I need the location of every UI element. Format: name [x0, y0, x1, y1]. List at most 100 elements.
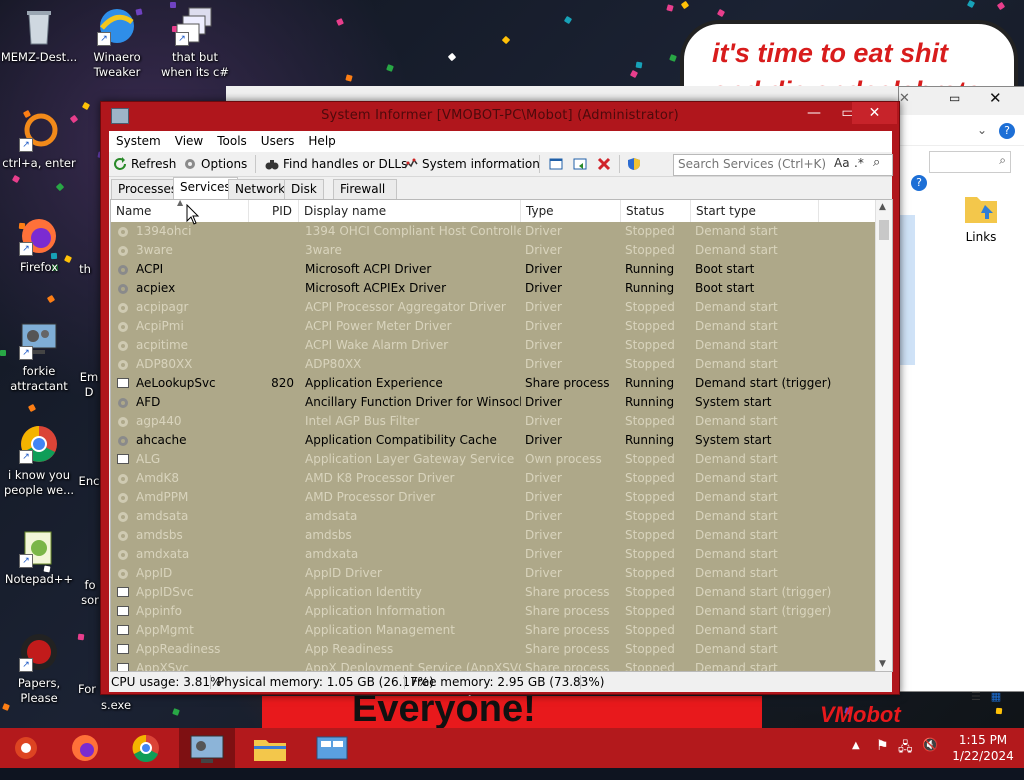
vertical-scrollbar[interactable]: ▲ ▼ — [875, 200, 892, 671]
minimize-icon[interactable]: ✕ — [899, 91, 910, 106]
taskbar-memz[interactable] — [0, 728, 56, 768]
desktop-icon-label: that but when its c# — [160, 50, 230, 79]
window-arrow-button[interactable] — [573, 155, 591, 173]
search-services-box[interactable]: Aa .* ⌕ — [673, 154, 893, 176]
table-row[interactable]: AcpiPmi ACPI Power Meter Driver Driver Stop… — [111, 317, 876, 336]
taskbar-control-panel[interactable] — [304, 728, 360, 768]
case-sensitive-toggle[interactable]: Aa — [834, 156, 850, 170]
menu-view[interactable]: View — [168, 131, 210, 148]
taskbar-system-informer[interactable] — [179, 728, 235, 768]
tab-network[interactable]: Network — [228, 179, 293, 199]
find-handles-button[interactable]: Find handles or DLLs — [265, 155, 407, 173]
table-row[interactable]: AppIDSvc Application Identity Share proces… — [111, 583, 876, 602]
scrollbar-thumb[interactable] — [879, 220, 889, 240]
menu-users[interactable]: Users — [254, 131, 302, 148]
table-row[interactable]: AppMgmt Application Management Share proce… — [111, 621, 876, 640]
table-row[interactable]: ACPI Microsoft ACPI Driver Driver Running Bo… — [111, 260, 876, 279]
services-list[interactable]: Name PID Display name Type Status Start … — [110, 199, 893, 672]
tab-firewall[interactable]: Firewall — [333, 179, 397, 199]
taskbar-firefox[interactable] — [57, 728, 113, 768]
options-button[interactable]: Options — [183, 155, 247, 173]
elevate-button[interactable] — [627, 155, 645, 173]
table-row[interactable]: AFD Ancillary Function Driver for Winsock… — [111, 393, 876, 412]
desktop-icon-windows-stack[interactable]: ↗ that but when its c# — [156, 6, 234, 80]
desktop-icon-recycle-bin[interactable]: MEMZ-Dest... — [0, 6, 78, 65]
menu-system[interactable]: System — [109, 131, 168, 148]
volume-muted-icon[interactable]: 🔇 — [922, 738, 938, 778]
system-informer-window[interactable]: System Informer [VMOBOT-PC\Mobot] (Admin… — [100, 101, 900, 695]
scroll-down-arrow-icon[interactable]: ▼ — [879, 659, 886, 669]
tab-disk[interactable]: Disk — [284, 179, 324, 199]
driver-gear-icon — [117, 567, 129, 579]
search-icon[interactable]: ⌕ — [873, 155, 880, 170]
desktop-icon-papers-please[interactable]: ↗ Papers, Please — [0, 632, 78, 706]
refresh-button[interactable]: Refresh — [113, 155, 176, 173]
window-button[interactable] — [549, 155, 567, 173]
close-button[interactable]: ✕ — [852, 102, 897, 124]
window-titlebar[interactable]: System Informer [VMOBOT-PC\Mobot] (Admin… — [101, 102, 899, 130]
table-row[interactable]: AeLookupSvc 820 Application Experience Shar… — [111, 374, 876, 393]
table-row[interactable]: ALG Application Layer Gateway Service Own … — [111, 450, 876, 469]
show-hidden-icons-chevron-icon[interactable]: ▲ — [852, 740, 860, 780]
cell-start: Demand start — [695, 566, 778, 580]
desktop-icon-links[interactable]: Links — [951, 187, 1011, 244]
details-view-icon[interactable]: ☰ — [971, 690, 981, 703]
chevron-down-icon[interactable]: ⌄ — [977, 123, 987, 137]
taskbar-clock[interactable]: 1:15 PM 1/22/2024 — [948, 732, 1018, 764]
column-header-status[interactable]: Status — [621, 200, 691, 222]
network-icon[interactable]: 🖧 — [898, 738, 913, 778]
table-row[interactable]: amdsata amdsata Driver Stopped Demand start — [111, 507, 876, 526]
help-icon[interactable]: ? — [911, 175, 927, 191]
background-window-search[interactable]: ⌕ — [929, 151, 1011, 173]
view-toggle[interactable]: ☰ ▦ — [971, 689, 1011, 705]
desktop-icon-forkie[interactable]: ↗ forkie attractant — [0, 320, 78, 394]
table-row[interactable]: ADP80XX ADP80XX Driver Stopped Demand start — [111, 355, 876, 374]
help-icon[interactable]: ? — [999, 123, 1015, 139]
table-row[interactable]: agp440 Intel AGP Bus Filter Driver Stopped D… — [111, 412, 876, 431]
table-row[interactable]: acpitime ACPI Wake Alarm Driver Driver Stop… — [111, 336, 876, 355]
column-header-display-name[interactable]: Display name — [299, 200, 521, 222]
table-row[interactable]: acpiex Microsoft ACPIEx Driver Driver Runni… — [111, 279, 876, 298]
search-services-input[interactable] — [674, 155, 828, 173]
desktop-icon-partial[interactable]: For — [72, 682, 102, 697]
stop-button[interactable] — [597, 155, 615, 173]
table-row[interactable]: ahcache Application Compatibility Cache Dr… — [111, 431, 876, 450]
table-row[interactable]: acpipagr ACPI Processor Aggregator Driver… — [111, 298, 876, 317]
table-row[interactable]: 1394ohci 1394 OHCI Compliant Host Control… — [111, 222, 876, 241]
table-row[interactable]: AppID AppID Driver Driver Stopped Demand sta… — [111, 564, 876, 583]
desktop-icon-partial[interactable]: fo sor — [78, 578, 102, 608]
desktop-icon-firefox[interactable]: ↗ Firefox — [0, 216, 78, 275]
background-explorer-window[interactable]: ✕ ▭ ✕ ⌄ ? ⌕ ? Links ☰ ▦ — [898, 86, 1024, 703]
driver-gear-icon — [117, 491, 129, 503]
table-row[interactable]: 3ware 3ware Driver Stopped Demand start — [111, 241, 876, 260]
column-header-type[interactable]: Type — [521, 200, 621, 222]
menu-help[interactable]: Help — [301, 131, 342, 148]
table-row[interactable]: Appinfo Application Information Share proc… — [111, 602, 876, 621]
minimize-button[interactable]: — — [797, 102, 831, 124]
desktop-icon-chrome[interactable]: ↗ i know you people we... — [0, 424, 78, 498]
column-header-start-type[interactable]: Start type — [691, 200, 819, 222]
desktop-icon-ctrl-a-enter[interactable]: ↗ ctrl+a, enter — [0, 112, 78, 171]
table-row[interactable]: amdsbs amdsbs Driver Stopped Demand start — [111, 526, 876, 545]
desktop-icon-partial[interactable]: th — [70, 262, 100, 277]
maximize-icon[interactable]: ▭ — [949, 91, 960, 105]
large-icons-view-icon[interactable]: ▦ — [991, 690, 1001, 703]
system-information-button[interactable]: System information — [404, 155, 540, 173]
scroll-up-arrow-icon[interactable]: ▲ — [879, 202, 886, 212]
regex-toggle-icon[interactable]: .* — [854, 156, 864, 170]
table-row[interactable]: amdxata amdxata Driver Stopped Demand start — [111, 545, 876, 564]
desktop-icon-notepadpp[interactable]: ↗ Notepad++ — [0, 528, 78, 587]
menu-tools[interactable]: Tools — [210, 131, 254, 148]
taskbar-file-explorer[interactable] — [242, 728, 298, 768]
table-row[interactable]: AmdK8 AMD K8 Processor Driver Driver Stoppe… — [111, 469, 876, 488]
column-header-pid[interactable]: PID — [249, 200, 299, 222]
table-row[interactable]: AppReadiness App Readiness Share process St… — [111, 640, 876, 659]
action-center-flag-icon[interactable]: ⚑ — [876, 738, 889, 778]
table-row[interactable]: AmdPPM AMD Processor Driver Driver Stopped D… — [111, 488, 876, 507]
desktop-icon-winaero[interactable]: ↗ Winaero Tweaker — [78, 6, 156, 80]
close-icon[interactable]: ✕ — [989, 89, 1002, 107]
folder-label: Links — [965, 230, 997, 244]
desktop-icon-partial[interactable]: s.exe — [98, 698, 134, 713]
table-row[interactable]: AppXSvc AppX Deployment Service (AppXSVC)… — [111, 659, 876, 671]
taskbar-chrome[interactable] — [118, 728, 174, 768]
